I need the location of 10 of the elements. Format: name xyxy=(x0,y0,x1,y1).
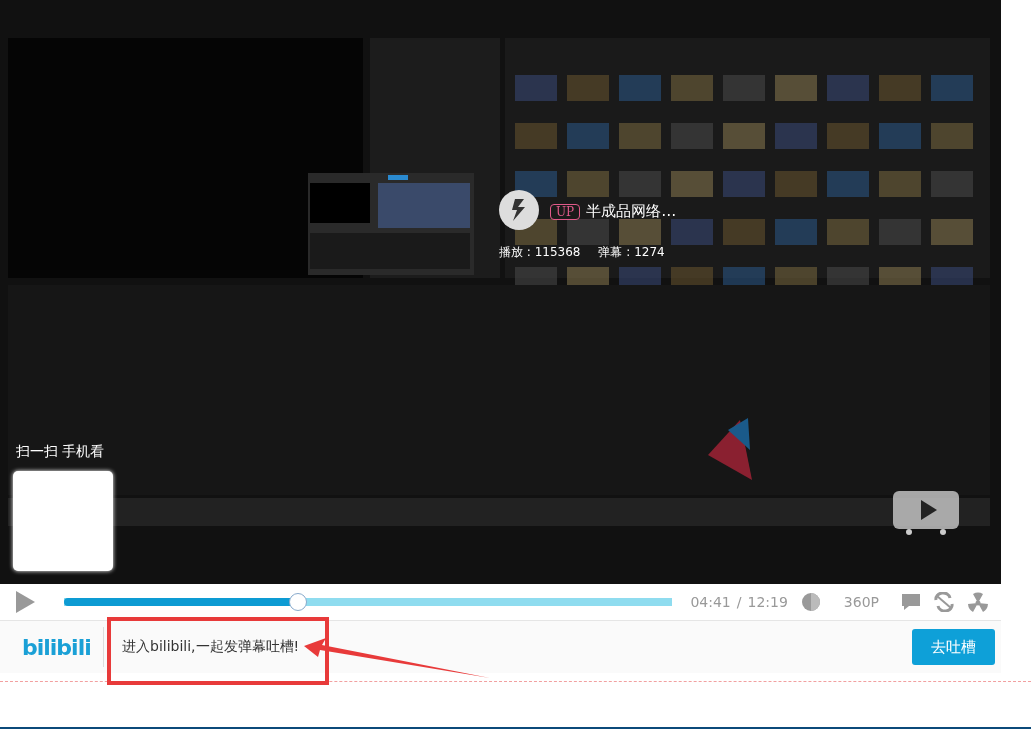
total-time: 12:19 xyxy=(747,594,788,610)
bilibili-logo[interactable]: bilibili xyxy=(0,627,104,667)
danmaku-prompt: 进入bilibili,一起发弹幕吐槽! xyxy=(122,638,301,656)
time-separator: / xyxy=(736,594,742,610)
progress-handle[interactable] xyxy=(288,593,307,611)
play-icon[interactable] xyxy=(14,590,36,614)
comment-icon[interactable] xyxy=(901,592,921,612)
current-time: 04:41 xyxy=(690,594,731,610)
comment-button[interactable]: 去吐槽 xyxy=(912,629,995,665)
quality-selector[interactable]: 360P xyxy=(843,594,879,610)
